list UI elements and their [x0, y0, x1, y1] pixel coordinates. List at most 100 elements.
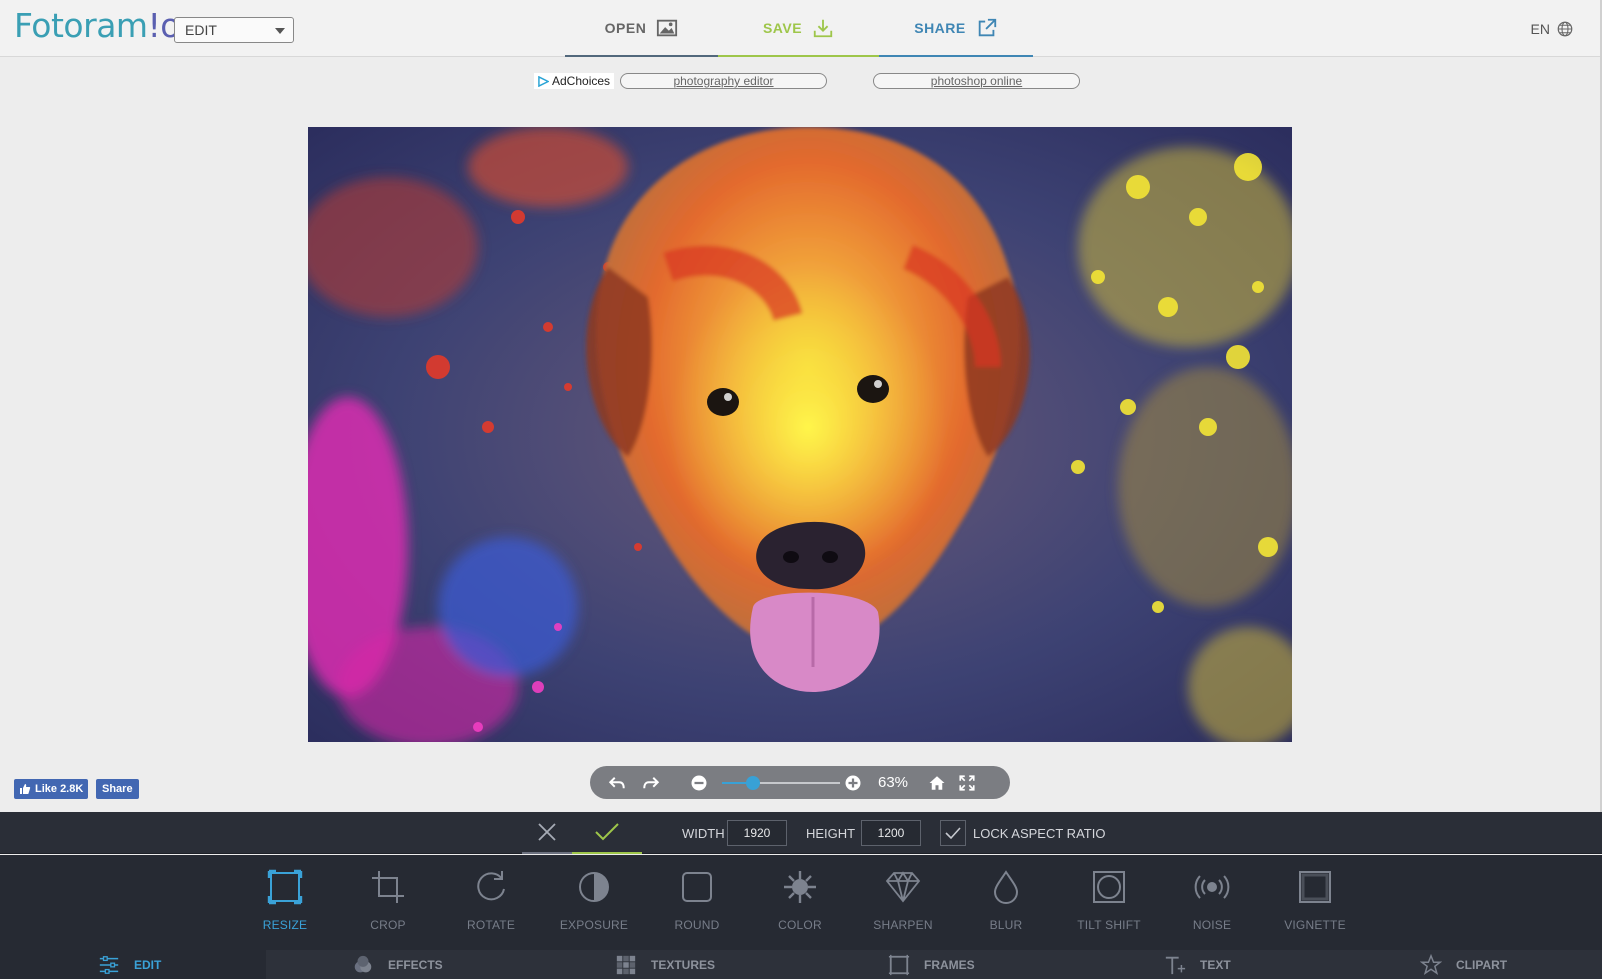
lock-aspect-ratio-label: LOCK ASPECT RATIO	[973, 826, 1106, 841]
tool-label: TILT SHIFT	[1077, 918, 1141, 932]
close-icon	[538, 823, 556, 841]
share-label: SHARE	[914, 19, 966, 36]
redo-icon	[643, 777, 660, 789]
fullscreen-icon	[959, 775, 975, 791]
chevron-down-icon	[275, 28, 285, 34]
tool-label: RESIZE	[262, 918, 308, 932]
mode-dropdown-value: EDIT	[185, 22, 217, 38]
fullscreen-button[interactable]	[956, 772, 978, 794]
share-button[interactable]: SHARE	[879, 0, 1033, 57]
tool-label: BLUR	[989, 918, 1023, 932]
round-corners-icon	[682, 872, 712, 902]
open-label: OPEN	[604, 19, 647, 36]
tool-blur[interactable]: BLUR	[956, 855, 1056, 950]
resize-icon	[267, 869, 303, 905]
drop-icon	[993, 870, 1019, 904]
image-icon	[657, 19, 678, 36]
noise-icon	[1194, 875, 1230, 899]
zoom-slider-thumb[interactable]	[745, 776, 760, 790]
tab-label: EDIT	[134, 957, 162, 972]
mode-dropdown[interactable]: EDIT	[174, 17, 294, 43]
tab-label: EFFECTS	[388, 957, 443, 972]
facebook-share-button[interactable]: Share	[96, 779, 139, 799]
width-label: WIDTH	[682, 826, 725, 841]
resize-options-bar: WIDTH HEIGHT LOCK ASPECT RATIO	[0, 812, 1602, 854]
adchoices-icon	[538, 75, 549, 87]
tilt-shift-icon	[1093, 871, 1125, 903]
category-tabs-bar: EDIT EFFECTS TEXTURES FRAMES TEXT CLIPAR…	[0, 950, 1602, 979]
tab-clipart[interactable]: CLIPART	[1420, 950, 1507, 979]
tab-label: FRAMES	[924, 957, 975, 972]
language-selector[interactable]: EN	[1531, 20, 1574, 38]
lock-aspect-ratio-checkbox[interactable]	[940, 820, 966, 846]
undo-button[interactable]	[606, 772, 628, 794]
like-count: Like 2.8K	[35, 783, 84, 795]
tab-label: CLIPART	[1456, 957, 1508, 972]
tab-text[interactable]: TEXT	[1164, 950, 1231, 979]
globe-icon	[1557, 21, 1573, 37]
tool-rotate[interactable]: ROTATE	[441, 855, 541, 950]
edit-tools-bar: RESIZE CROP ROTATE EXPOSURE ROUND COLOR …	[0, 855, 1602, 950]
tool-exposure[interactable]: EXPOSURE	[544, 855, 644, 950]
height-input[interactable]	[861, 820, 921, 846]
checkmark-icon	[945, 827, 961, 840]
fit-home-button[interactable]	[926, 772, 948, 794]
save-label: SAVE	[762, 19, 803, 36]
width-input[interactable]	[727, 820, 787, 846]
tool-label: CROP	[370, 918, 406, 932]
tool-tilt-shift[interactable]: TILT SHIFT	[1059, 855, 1159, 950]
star-icon	[1420, 953, 1442, 975]
app-logo[interactable]: Fotoram!o	[14, 6, 180, 45]
ad-link-photoshop-online[interactable]: photoshop online	[873, 73, 1080, 89]
tool-vignette[interactable]: VIGNETTE	[1265, 855, 1365, 950]
tool-label: NOISE	[1192, 918, 1232, 932]
effects-icon	[354, 955, 372, 972]
tool-label: COLOR	[778, 918, 822, 932]
undo-icon	[608, 777, 625, 789]
minus-circle-icon	[691, 775, 707, 791]
zoom-toolbar: 63%	[590, 766, 1010, 799]
thumbs-up-icon	[20, 784, 31, 794]
tab-frames[interactable]: FRAMES	[888, 950, 975, 979]
color-splash-icon	[784, 871, 816, 903]
share-icon	[978, 18, 996, 36]
tool-round[interactable]: ROUND	[647, 855, 747, 950]
ad-link-photography-editor[interactable]: photography editor	[620, 73, 827, 89]
editor-canvas-photo[interactable]	[308, 127, 1292, 742]
save-button[interactable]: SAVE	[718, 0, 879, 57]
plus-circle-icon	[845, 775, 861, 791]
tool-label: ROUND	[674, 918, 720, 932]
download-icon	[813, 19, 833, 37]
top-header: Fotoram!o EDIT OPEN SAVE SHARE EN	[0, 0, 1602, 57]
tool-noise[interactable]: NOISE	[1162, 855, 1262, 950]
adchoices-badge[interactable]: AdChoices	[534, 73, 615, 89]
tab-textures[interactable]: TEXTURES	[615, 950, 715, 979]
tool-label: ROTATE	[466, 918, 516, 932]
redo-button[interactable]	[640, 772, 662, 794]
tool-sharpen[interactable]: SHARPEN	[853, 855, 953, 950]
facebook-like-button[interactable]: Like 2.8K	[14, 779, 89, 799]
zoom-in-button[interactable]	[842, 772, 864, 794]
language-label: EN	[1530, 21, 1550, 37]
tool-label: SHARPEN	[873, 918, 933, 932]
tab-label: TEXTURES	[651, 957, 716, 972]
cancel-button[interactable]	[522, 812, 572, 854]
tool-color[interactable]: COLOR	[750, 855, 850, 950]
zoom-slider-track[interactable]	[722, 782, 840, 784]
rotate-icon	[477, 871, 505, 901]
height-label: HEIGHT	[806, 826, 856, 841]
home-icon	[929, 776, 945, 790]
tab-label: TEXT	[1200, 957, 1231, 972]
crop-icon	[372, 871, 404, 903]
exposure-icon	[579, 872, 609, 902]
tab-effects[interactable]: EFFECTS	[352, 950, 443, 979]
tool-crop[interactable]: CROP	[338, 855, 438, 950]
frame-icon	[888, 954, 910, 975]
open-button[interactable]: OPEN	[565, 0, 718, 57]
tool-resize[interactable]: RESIZE	[235, 855, 335, 950]
tab-edit[interactable]: EDIT	[0, 950, 266, 979]
dog-photo-image	[308, 127, 1292, 742]
apply-button[interactable]	[572, 812, 642, 854]
tool-label: EXPOSURE	[559, 918, 629, 932]
zoom-out-button[interactable]	[688, 772, 710, 794]
